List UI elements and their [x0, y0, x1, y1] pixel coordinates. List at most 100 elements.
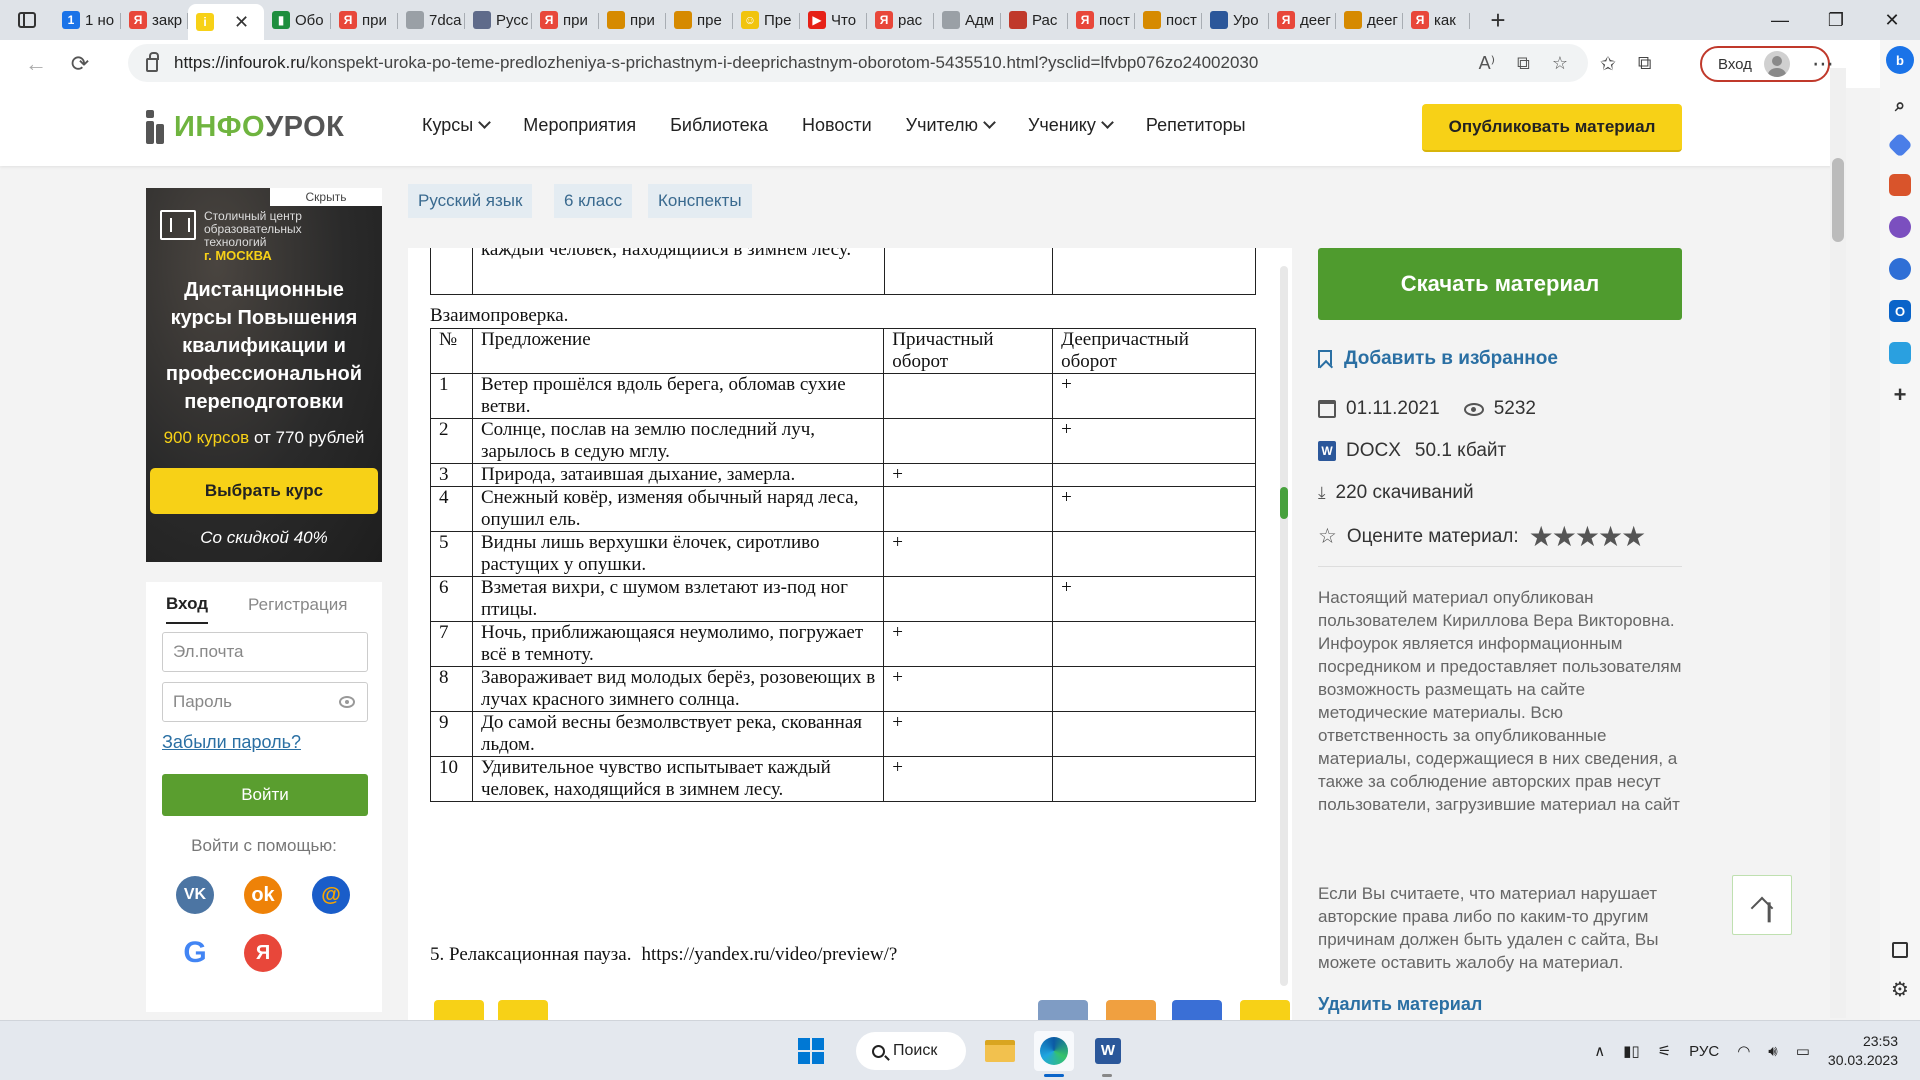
tab-actions-button[interactable]	[0, 0, 54, 40]
browser-tab[interactable]: Рас	[1001, 4, 1068, 36]
site-logo[interactable]: ИНФО УРОК	[146, 110, 344, 144]
download-material-button[interactable]: Скачать материал	[1318, 248, 1682, 320]
browser-tab[interactable]: пре	[666, 4, 733, 36]
settings-gear-icon[interactable]: ⚙	[1889, 978, 1911, 1001]
back-icon[interactable]: ←	[14, 44, 58, 84]
document-scrollbar[interactable]	[1280, 266, 1288, 986]
rating-star-icon[interactable]: ★	[1575, 521, 1600, 552]
browser-tab[interactable]: Русс	[465, 4, 532, 36]
microsoft365-icon[interactable]	[1889, 258, 1911, 280]
browser-tab[interactable]: Адм	[934, 4, 1001, 36]
refresh-icon[interactable]: ⟳	[58, 44, 102, 84]
profile-button[interactable]: Вход	[1700, 46, 1830, 82]
publish-material-button[interactable]: Опубликовать материал	[1422, 104, 1682, 152]
drop-icon[interactable]	[1889, 342, 1911, 364]
close-window-icon[interactable]: ✕	[1864, 0, 1920, 40]
browser-tab[interactable]: деег	[1336, 4, 1403, 36]
search-icon[interactable]: ⌕	[1889, 94, 1911, 116]
mixer-icon[interactable]: ⚟	[1658, 1042, 1671, 1060]
restore-icon[interactable]: ❐	[1808, 0, 1864, 40]
browser-tab[interactable]: 1 1 но	[54, 4, 121, 36]
browser-tab[interactable]: Япри	[532, 4, 599, 36]
share-mail-button[interactable]	[1172, 1000, 1222, 1020]
share-button[interactable]	[498, 1000, 548, 1020]
share-ok-button[interactable]	[1106, 1000, 1156, 1020]
browser-tab[interactable]: 7dca	[398, 4, 465, 36]
read-aloud-icon[interactable]: A⁾	[1479, 53, 1495, 74]
vk-login-icon[interactable]: VK	[176, 876, 214, 914]
mailru-login-icon[interactable]: @	[312, 876, 350, 914]
close-tab-icon[interactable]: ✕	[234, 12, 249, 33]
password-field[interactable]: Пароль	[162, 682, 368, 722]
nav-item-tutors[interactable]: Репетиторы	[1146, 115, 1246, 136]
breadcrumb-grade[interactable]: 6 класс	[554, 184, 633, 218]
outlook-icon[interactable]: O	[1889, 300, 1911, 322]
share-vk-button[interactable]	[1038, 1000, 1088, 1020]
rating-star-icon[interactable]: ★	[1621, 521, 1646, 552]
word-taskbar-icon[interactable]: W	[1088, 1031, 1128, 1071]
page-scroll-thumb[interactable]	[1832, 158, 1844, 242]
ok-login-icon[interactable]: ok	[244, 876, 282, 914]
battery-icon[interactable]: ▭	[1796, 1042, 1810, 1060]
volume-icon[interactable]: 🔊︎	[1768, 1043, 1777, 1060]
nav-item-students[interactable]: Ученику	[1028, 115, 1114, 136]
breadcrumb-subject[interactable]: Русский язык	[408, 184, 533, 218]
tab-register[interactable]: Регистрация	[248, 595, 347, 615]
bing-chat-icon[interactable]: b	[1886, 46, 1914, 74]
rating-star-icon[interactable]: ★	[1598, 521, 1623, 552]
collections-icon[interactable]: ⧉	[1638, 53, 1652, 75]
share-button[interactable]	[1240, 1000, 1290, 1020]
taskbar-clock[interactable]: 23:53 30.03.2023	[1828, 1032, 1898, 1070]
browser-tab[interactable]: Язакр	[121, 4, 188, 36]
add-sidebar-icon[interactable]: +	[1889, 382, 1911, 407]
tray-overflow-icon[interactable]: ∧	[1594, 1042, 1605, 1060]
edge-taskbar-icon[interactable]	[1034, 1031, 1074, 1071]
ad-choose-course-button[interactable]: Выбрать курс	[150, 468, 378, 514]
browser-tab[interactable]: Якак	[1403, 4, 1470, 36]
share-button[interactable]	[434, 1000, 484, 1020]
browser-tab[interactable]: пост	[1135, 4, 1202, 36]
rating-star-icon[interactable]: ★	[1552, 521, 1577, 552]
add-favorite-icon[interactable]: ☆	[1552, 53, 1568, 74]
browser-tab[interactable]: ☺ Пре	[733, 4, 800, 36]
email-field[interactable]: Эл.почта	[162, 632, 368, 672]
address-bar[interactable]: https://infourok.ru/konspekt-uroka-po-te…	[128, 44, 1588, 82]
file-explorer-icon[interactable]	[980, 1031, 1020, 1071]
yandex-login-icon[interactable]: Я	[244, 934, 282, 972]
document-viewer[interactable]: каждый человек, находящийся в зимнем лес…	[408, 248, 1292, 1020]
nav-item-teachers[interactable]: Учителю	[906, 115, 996, 136]
scroll-to-top-button[interactable]	[1732, 875, 1792, 935]
document-scroll-thumb[interactable]	[1280, 487, 1288, 519]
browser-tab[interactable]: Ярас	[867, 4, 934, 36]
ad-hide-button[interactable]: Скрыть	[270, 188, 382, 206]
add-to-favorites-link[interactable]: Добавить в избранное	[1318, 348, 1558, 370]
breadcrumb-type[interactable]: Конспекты	[648, 184, 752, 218]
favorites-icon[interactable]: ✩	[1600, 53, 1616, 76]
start-button[interactable]	[798, 1038, 824, 1064]
shopping-icon[interactable]	[1887, 132, 1913, 158]
google-login-icon[interactable]: G	[176, 934, 214, 972]
delete-material-link[interactable]: Удалить материал	[1318, 994, 1482, 1015]
tools-icon[interactable]	[1889, 174, 1911, 196]
browser-tab[interactable]: ▶ Что	[800, 4, 867, 36]
forgot-password-link[interactable]: Забыли пароль?	[162, 732, 301, 753]
tab-login[interactable]: Вход	[166, 594, 209, 624]
ad-banner[interactable]: Скрыть Столичный центр образовательных т…	[146, 188, 382, 562]
show-password-icon[interactable]	[339, 696, 355, 708]
language-indicator[interactable]: РУС	[1689, 1043, 1719, 1060]
nav-item-courses[interactable]: Курсы	[422, 115, 492, 136]
rating-stars[interactable]: ★★★★★	[1529, 520, 1647, 553]
browser-tab[interactable]: ▮ Обо	[264, 4, 331, 36]
browser-tab[interactable]: Япри	[331, 4, 398, 36]
wifi-icon[interactable]: ◠	[1737, 1042, 1750, 1060]
browser-tab[interactable]: Япост	[1068, 4, 1135, 36]
network-meter-icon[interactable]: ▮▯	[1623, 1042, 1640, 1060]
new-tab-button[interactable]: +	[1476, 5, 1520, 36]
browser-tab[interactable]: Ядеег	[1269, 4, 1336, 36]
games-icon[interactable]	[1889, 216, 1911, 238]
nav-item-events[interactable]: Мероприятия	[523, 115, 636, 136]
sidebar-layout-icon[interactable]	[1892, 942, 1908, 958]
browser-tab[interactable]: при	[599, 4, 666, 36]
app-available-icon[interactable]: ⧉	[1517, 53, 1530, 74]
taskbar-search[interactable]: Поиск	[856, 1032, 966, 1070]
